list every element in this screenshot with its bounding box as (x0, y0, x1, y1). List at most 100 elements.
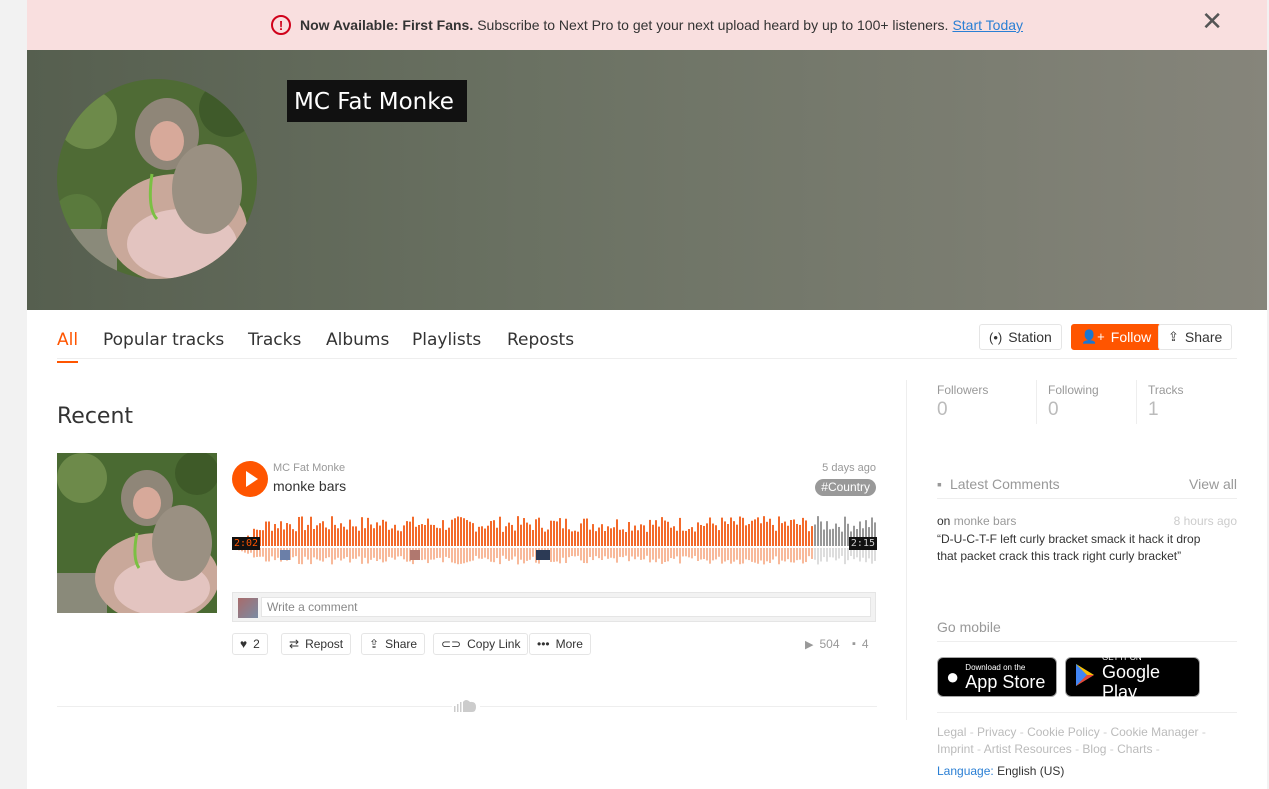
waveform-bar (571, 531, 573, 546)
waveform-reflection (658, 548, 660, 559)
waveform[interactable]: 2:02 2:15 (232, 508, 877, 570)
footer-link-cookie-policy[interactable]: Cookie Policy (1027, 725, 1100, 739)
waveform-reflection (778, 548, 780, 565)
play-button[interactable] (232, 461, 268, 497)
waveform-reflection (427, 548, 429, 564)
footer-link-legal[interactable]: Legal (937, 725, 966, 739)
waveform-bar (268, 521, 270, 546)
waveform-bar (391, 528, 393, 546)
track-artwork[interactable] (57, 453, 217, 613)
waveform-bar (634, 525, 636, 546)
waveform-reflection (529, 548, 531, 560)
recent-heading: Recent (57, 404, 134, 429)
google-play-button[interactable]: GET IT ON Google Play (1065, 653, 1200, 702)
repost-button[interactable]: ⇄ Repost (281, 633, 352, 655)
artist-name: MC Fat Monke (287, 80, 467, 122)
waveform-reflection (271, 548, 273, 557)
start-today-link[interactable]: Start Today (952, 17, 1023, 33)
comment-marker[interactable] (280, 550, 290, 560)
waveform-bar (316, 525, 318, 546)
waveform-bar (304, 530, 306, 546)
waveform-bar (784, 521, 786, 546)
stat-following[interactable]: Following 0 (1048, 383, 1099, 421)
close-icon[interactable]: ✕ (1201, 8, 1223, 34)
language-selector[interactable]: Language: English (US) (937, 764, 1064, 778)
waveform-bar (715, 525, 717, 546)
tab-popular-tracks[interactable]: Popular tracks (103, 330, 224, 350)
footer-link-cookie-manager[interactable]: Cookie Manager (1110, 725, 1198, 739)
follow-button[interactable]: 👤+ Follow (1071, 324, 1162, 350)
share-button[interactable]: ⇪ Share (1158, 324, 1233, 350)
waveform-bar (340, 523, 342, 546)
comment-marker[interactable] (410, 550, 420, 560)
tab-albums[interactable]: Albums (326, 330, 389, 350)
avatar[interactable] (57, 79, 257, 279)
footer-link-blog[interactable]: Blog (1082, 742, 1106, 756)
footer-link-artist-resources[interactable]: Artist Resources (984, 742, 1072, 756)
waveform-bar (529, 524, 531, 546)
stat-tracks[interactable]: Tracks 1 (1148, 383, 1184, 421)
waveform-reflection (562, 548, 564, 558)
comment-track-link[interactable]: monke bars (954, 514, 1017, 528)
app-store-button[interactable]: ● Download on the App Store (937, 657, 1057, 697)
waveform-reflection (763, 548, 765, 565)
language-value: English (US) (997, 764, 1065, 778)
more-button[interactable]: ••• More (529, 633, 591, 655)
waveform-reflection (481, 548, 483, 559)
track-title[interactable]: monke bars (273, 478, 346, 494)
waveform-reflection (568, 548, 570, 558)
waveform-reflection (775, 548, 777, 557)
waveform-bar (376, 522, 378, 546)
waveform-reflection (703, 548, 705, 560)
waveform-reflection (295, 548, 297, 557)
waveform-bar (655, 520, 657, 546)
view-all-link[interactable]: View all (1189, 476, 1237, 492)
genre-tag[interactable]: #Country (815, 479, 876, 496)
tab-all[interactable]: All (57, 330, 79, 363)
waveform-bar (685, 530, 687, 546)
stat-followers[interactable]: Followers 0 (937, 383, 988, 421)
waveform-bar (709, 517, 711, 546)
waveform-reflection (706, 548, 708, 561)
waveform-reflection (343, 548, 345, 559)
waveform-bar (592, 524, 594, 546)
waveform-reflection (673, 548, 675, 559)
station-button[interactable]: (•) Station (979, 324, 1062, 350)
waveform-bar (766, 521, 768, 546)
tab-tracks[interactable]: Tracks (248, 330, 301, 350)
waveform-bar (313, 528, 315, 546)
waveform-bar (559, 518, 561, 546)
waveform-bar (373, 528, 375, 546)
waveform-bar (484, 528, 486, 546)
footer-link-imprint[interactable]: Imprint (937, 742, 974, 756)
waveform-reflection (457, 548, 459, 565)
waveform-bar (424, 524, 426, 546)
waveform-bar (499, 516, 501, 546)
waveform-bar (541, 527, 543, 546)
waveform-reflection (712, 548, 714, 561)
waveform-reflection (268, 548, 270, 562)
copy-link-button[interactable]: ⊂⊃ Copy Link (433, 633, 529, 655)
waveform-reflection (400, 548, 402, 557)
waveform-bar (739, 516, 741, 546)
latest-comments-heading: ▪ Latest Comments (937, 476, 1060, 492)
waveform-bar (367, 517, 369, 546)
comment-input[interactable] (261, 597, 871, 617)
waveform-reflection (799, 548, 801, 560)
tab-reposts[interactable]: Reposts (507, 330, 574, 350)
comment-marker[interactable] (536, 550, 550, 560)
footer-link-privacy[interactable]: Privacy (977, 725, 1016, 739)
waveform-bar (694, 531, 696, 546)
waveform-bar (817, 516, 819, 546)
waveform-reflection (331, 548, 333, 565)
waveform-reflection (310, 548, 312, 565)
track-share-button[interactable]: ⇪ Share (361, 633, 426, 655)
waveform-reflection (790, 548, 792, 563)
waveform-bar (583, 518, 585, 546)
track-artist[interactable]: MC Fat Monke (273, 462, 345, 474)
repost-icon: ⇄ (289, 637, 300, 651)
waveform-reflection (787, 548, 789, 560)
tab-playlists[interactable]: Playlists (412, 330, 481, 350)
like-button[interactable]: ♥ 2 (232, 633, 268, 655)
footer-link-charts[interactable]: Charts (1117, 742, 1152, 756)
